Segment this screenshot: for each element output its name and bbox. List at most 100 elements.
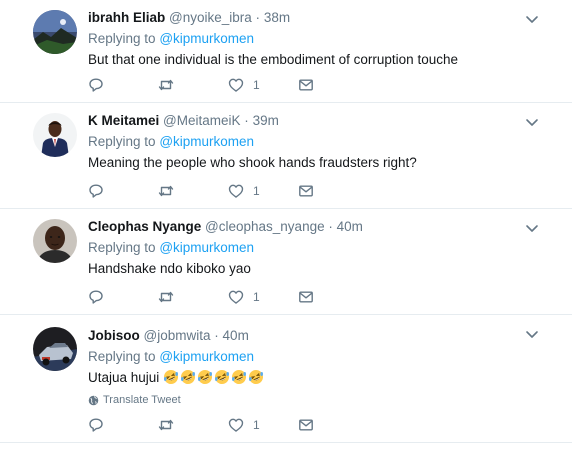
mention-link[interactable]: @kipmurkomen bbox=[159, 134, 254, 149]
globe-icon bbox=[88, 395, 99, 405]
direct-message-button[interactable] bbox=[298, 183, 368, 199]
replying-label: Replying to bbox=[88, 134, 156, 149]
user-name[interactable]: Jobisoo bbox=[88, 328, 140, 343]
heart-icon bbox=[228, 418, 244, 432]
envelope-icon bbox=[299, 291, 313, 303]
rolling-laughing-emoji bbox=[232, 370, 247, 384]
separator: · bbox=[255, 10, 261, 25]
tweet-item[interactable]: Cleophas Nyange @cleophas_nyange · 40m R… bbox=[0, 209, 572, 315]
like-count: 1 bbox=[253, 418, 260, 432]
mention-link[interactable]: @kipmurkomen bbox=[159, 240, 254, 255]
like-button[interactable]: 1 bbox=[228, 77, 298, 93]
user-handle[interactable]: @MeitameiK bbox=[163, 113, 240, 128]
retweet-button[interactable] bbox=[158, 77, 228, 93]
translate-label[interactable]: Translate Tweet bbox=[103, 394, 181, 406]
heart-icon bbox=[228, 184, 244, 198]
rolling-laughing-emoji bbox=[164, 370, 179, 384]
rolling-laughing-emoji bbox=[181, 370, 196, 384]
suit-person-avatar-icon bbox=[33, 113, 77, 157]
tweet-item[interactable]: Jobisoo @jobmwita · 40m Replying to @kip… bbox=[0, 315, 572, 443]
reply-button[interactable] bbox=[88, 183, 158, 199]
tweet-text: Handshake ndo kiboko yao bbox=[88, 261, 251, 276]
tweet-actions: 1 bbox=[88, 182, 368, 200]
emoji-row bbox=[163, 370, 265, 385]
timestamp[interactable]: 38m bbox=[264, 10, 290, 25]
mention-link[interactable]: @kipmurkomen bbox=[159, 349, 254, 364]
direct-message-button[interactable] bbox=[298, 417, 368, 433]
chevron-down-icon[interactable] bbox=[525, 327, 539, 341]
user-name[interactable]: ibrahh Eliab bbox=[88, 10, 165, 25]
like-button[interactable]: 1 bbox=[228, 417, 298, 433]
like-count: 1 bbox=[253, 290, 260, 304]
replying-to-line: Replying to @kipmurkomen bbox=[88, 238, 558, 257]
avatar[interactable] bbox=[33, 327, 77, 371]
chevron-down-icon[interactable] bbox=[525, 221, 539, 235]
user-name[interactable]: Cleophas Nyange bbox=[88, 219, 201, 234]
separator: · bbox=[328, 219, 333, 234]
heart-icon bbox=[228, 290, 244, 304]
like-button[interactable]: 1 bbox=[228, 183, 298, 199]
tweet-header: Jobisoo @jobmwita · 40m bbox=[88, 327, 558, 345]
reply-feed: ibrahh Eliab @nyoike_ibra · 38m Replying… bbox=[0, 0, 572, 443]
translate-tweet-link[interactable]: Translate Tweet bbox=[88, 394, 558, 406]
replying-to-line: Replying to @kipmurkomen bbox=[88, 132, 558, 151]
replying-to-line: Replying to @kipmurkomen bbox=[88, 347, 558, 366]
separator: · bbox=[214, 328, 219, 343]
avatar[interactable] bbox=[33, 219, 77, 263]
like-button[interactable]: 1 bbox=[228, 289, 298, 305]
replying-label: Replying to bbox=[88, 31, 156, 46]
tweet-header: ibrahh Eliab @nyoike_ibra · 38m bbox=[88, 9, 558, 27]
direct-message-button[interactable] bbox=[298, 77, 368, 93]
rolling-laughing-emoji bbox=[249, 370, 264, 384]
retweet-button[interactable] bbox=[158, 289, 228, 305]
tweet-text: But that one individual is the embodimen… bbox=[88, 52, 458, 67]
user-handle[interactable]: @nyoike_ibra bbox=[169, 10, 252, 25]
tweet-text: Meaning the people who shook hands fraud… bbox=[88, 155, 417, 170]
tweet-actions: 1 bbox=[88, 288, 368, 306]
user-name[interactable]: K Meitamei bbox=[88, 113, 159, 128]
chevron-down-icon[interactable] bbox=[525, 12, 539, 26]
direct-message-button[interactable] bbox=[298, 289, 368, 305]
retweet-icon bbox=[158, 79, 174, 91]
user-handle[interactable]: @cleophas_nyange bbox=[205, 219, 325, 234]
tweet-text: Utajua hujui bbox=[88, 368, 558, 387]
retweet-icon bbox=[158, 419, 174, 431]
reply-button[interactable] bbox=[88, 417, 158, 433]
reply-icon bbox=[89, 418, 103, 432]
timestamp[interactable]: 40m bbox=[337, 219, 363, 234]
chevron-down-icon[interactable] bbox=[525, 115, 539, 129]
reply-button[interactable] bbox=[88, 289, 158, 305]
user-handle[interactable]: @jobmwita bbox=[144, 328, 211, 343]
retweet-button[interactable] bbox=[158, 417, 228, 433]
retweet-icon bbox=[158, 185, 174, 197]
car-avatar-icon bbox=[33, 327, 77, 371]
envelope-icon bbox=[299, 79, 313, 91]
tweet-header: K Meitamei @MeitameiK · 39m bbox=[88, 112, 558, 130]
face-avatar-icon bbox=[33, 219, 77, 263]
heart-icon bbox=[228, 78, 244, 92]
tweet-item[interactable]: K Meitamei @MeitameiK · 39m Replying to … bbox=[0, 103, 572, 209]
envelope-icon bbox=[299, 419, 313, 431]
like-count: 1 bbox=[253, 78, 260, 92]
reply-icon bbox=[89, 290, 103, 304]
retweet-icon bbox=[158, 291, 174, 303]
retweet-button[interactable] bbox=[158, 183, 228, 199]
tweet-item[interactable]: ibrahh Eliab @nyoike_ibra · 38m Replying… bbox=[0, 0, 572, 103]
reply-button[interactable] bbox=[88, 77, 158, 93]
mention-link[interactable]: @kipmurkomen bbox=[159, 31, 254, 46]
reply-icon bbox=[89, 184, 103, 198]
tweet-actions: 1 bbox=[88, 416, 368, 434]
reply-icon bbox=[89, 78, 103, 92]
tweet-text-body: Utajua hujui bbox=[88, 370, 160, 385]
landscape-avatar-icon bbox=[33, 10, 77, 54]
like-count: 1 bbox=[253, 184, 260, 198]
avatar[interactable] bbox=[33, 113, 77, 157]
replying-to-line: Replying to @kipmurkomen bbox=[88, 29, 558, 48]
timestamp[interactable]: 39m bbox=[253, 113, 279, 128]
rolling-laughing-emoji bbox=[198, 370, 213, 384]
avatar[interactable] bbox=[33, 10, 77, 54]
rolling-laughing-emoji bbox=[215, 370, 230, 384]
envelope-icon bbox=[299, 185, 313, 197]
separator: · bbox=[244, 113, 249, 128]
timestamp[interactable]: 40m bbox=[223, 328, 249, 343]
